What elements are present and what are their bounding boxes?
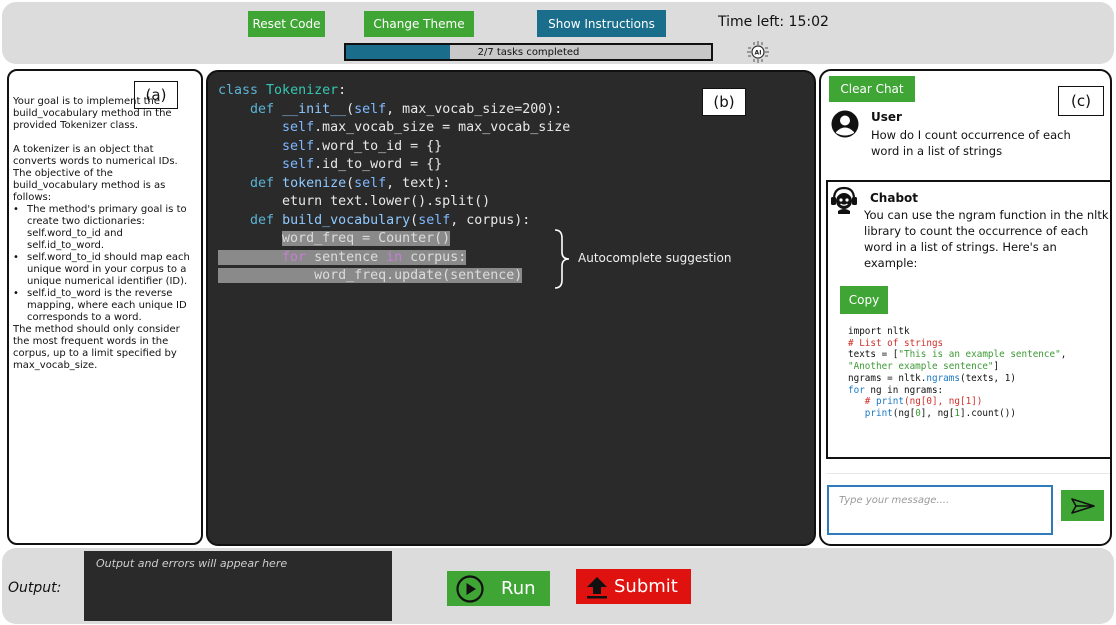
chatbot-message: Chabot You can use the ngram function in… xyxy=(826,180,1110,459)
clear-chat-button[interactable]: Clear Chat xyxy=(829,76,915,102)
panel-tag-b: (b) xyxy=(702,88,746,116)
chat-panel: Clear Chat (c) User How do I count occur… xyxy=(819,69,1112,546)
submit-button[interactable]: Submit xyxy=(576,569,691,604)
instructions-bullet: The method's primary goal is to create t… xyxy=(13,204,193,252)
autocomplete-line[interactable]: word_freq = Counter() xyxy=(218,230,570,249)
change-theme-button[interactable]: Change Theme xyxy=(364,11,474,37)
snippet-line: ngrams = nltk.ngrams(texts, 1) xyxy=(848,372,1016,384)
instructions-objective: A tokenizer is an object that converts w… xyxy=(13,144,178,203)
snippet-line: # print(ng[0], ng[1]) xyxy=(848,396,983,408)
user-avatar-icon xyxy=(831,110,859,138)
play-icon xyxy=(456,574,484,603)
snippet-line: print(ng[0], ng[1].count()) xyxy=(864,407,1016,419)
output-label: Output: xyxy=(8,580,62,596)
progress-label: 2/7 tasks completed xyxy=(477,46,580,58)
code-line: class Tokenizer: xyxy=(218,83,347,98)
snippet-line: import nltk xyxy=(848,326,910,337)
instructions-panel: (a) Your goal is to implement the build_… xyxy=(7,69,203,545)
code-line: eturn text.lower().split() xyxy=(282,194,491,209)
code-line: self.word_to_id = {} xyxy=(282,138,443,154)
upload-icon xyxy=(587,576,607,598)
chatbot-avatar-icon xyxy=(831,186,857,214)
instructions-text: Your goal is to implement the build_voca… xyxy=(13,96,193,372)
snippet-line: # List of strings xyxy=(848,337,944,349)
submit-label: Submit xyxy=(614,576,678,597)
chatbot-message-text: You can use the ngram function in the nl… xyxy=(864,208,1109,270)
instructions-intro: Your goal is to implement the build_voca… xyxy=(13,96,172,131)
user-name: User xyxy=(871,110,902,124)
instructions-bullet: self.word_to_id should map each unique w… xyxy=(13,252,193,288)
run-label: Run xyxy=(501,578,536,599)
task-progress-bar: 2/7 tasks completed xyxy=(344,43,713,61)
autocomplete-annotation: Autocomplete suggestion xyxy=(578,251,732,265)
send-button[interactable] xyxy=(1061,490,1104,521)
chat-message-input[interactable] xyxy=(827,485,1053,535)
run-button[interactable]: Run xyxy=(447,571,550,606)
show-instructions-button[interactable]: Show Instructions xyxy=(537,10,666,37)
chat-divider xyxy=(826,473,1110,474)
reset-code-button[interactable]: Reset Code xyxy=(248,11,325,37)
instructions-bullet: self.id_to_word is the reverse mapping, … xyxy=(13,288,193,324)
code-snippet: import nltk # List of strings texts = ["… xyxy=(840,320,1105,438)
user-message: How do I count occurrence of each word i… xyxy=(871,128,1071,158)
code-line: self.id_to_word = {} xyxy=(282,157,443,172)
svg-text:AI: AI xyxy=(755,50,762,57)
chatbot-name: Chabot xyxy=(870,191,919,205)
curly-brace-icon xyxy=(554,229,570,289)
copy-button[interactable]: Copy xyxy=(840,286,888,314)
code-text[interactable]: class Tokenizer: def __init__(self, max_… xyxy=(218,82,570,286)
autocomplete-line[interactable]: word_freq.update(sentence) xyxy=(218,267,570,286)
instructions-list: The method's primary goal is to create t… xyxy=(13,204,193,324)
code-editor[interactable]: class Tokenizer: def __init__(self, max_… xyxy=(206,70,816,546)
output-console: Output and errors will appear here xyxy=(84,551,392,621)
output-placeholder: Output and errors will appear here xyxy=(96,557,288,570)
output-bar: Output: Output and errors will appear he… xyxy=(2,548,1114,624)
snippet-line: texts = ["This is an example sentence", xyxy=(848,349,1067,361)
panel-tag-c: (c) xyxy=(1058,86,1104,116)
instructions-outro: The method should only consider the most… xyxy=(13,324,180,371)
snippet-line: "Another example sentence"] xyxy=(848,361,1000,373)
top-toolbar: Reset Code Change Theme Show Instruction… xyxy=(2,2,1114,64)
ai-assistant-icon[interactable]: AI xyxy=(746,40,770,64)
code-line: def build_vocabulary(self, corpus): xyxy=(250,212,531,228)
send-icon xyxy=(1070,497,1095,514)
autocomplete-line[interactable]: for sentence in corpus: xyxy=(218,249,570,268)
code-line: self.max_vocab_size = max_vocab_size xyxy=(282,120,571,135)
code-line: def __init__(self, max_vocab_size=200): xyxy=(250,101,563,117)
snippet-line: for ng in ngrams: xyxy=(848,384,944,396)
code-line: def tokenize(self, text): xyxy=(250,175,451,191)
time-left: Time left: 15:02 xyxy=(718,14,829,30)
